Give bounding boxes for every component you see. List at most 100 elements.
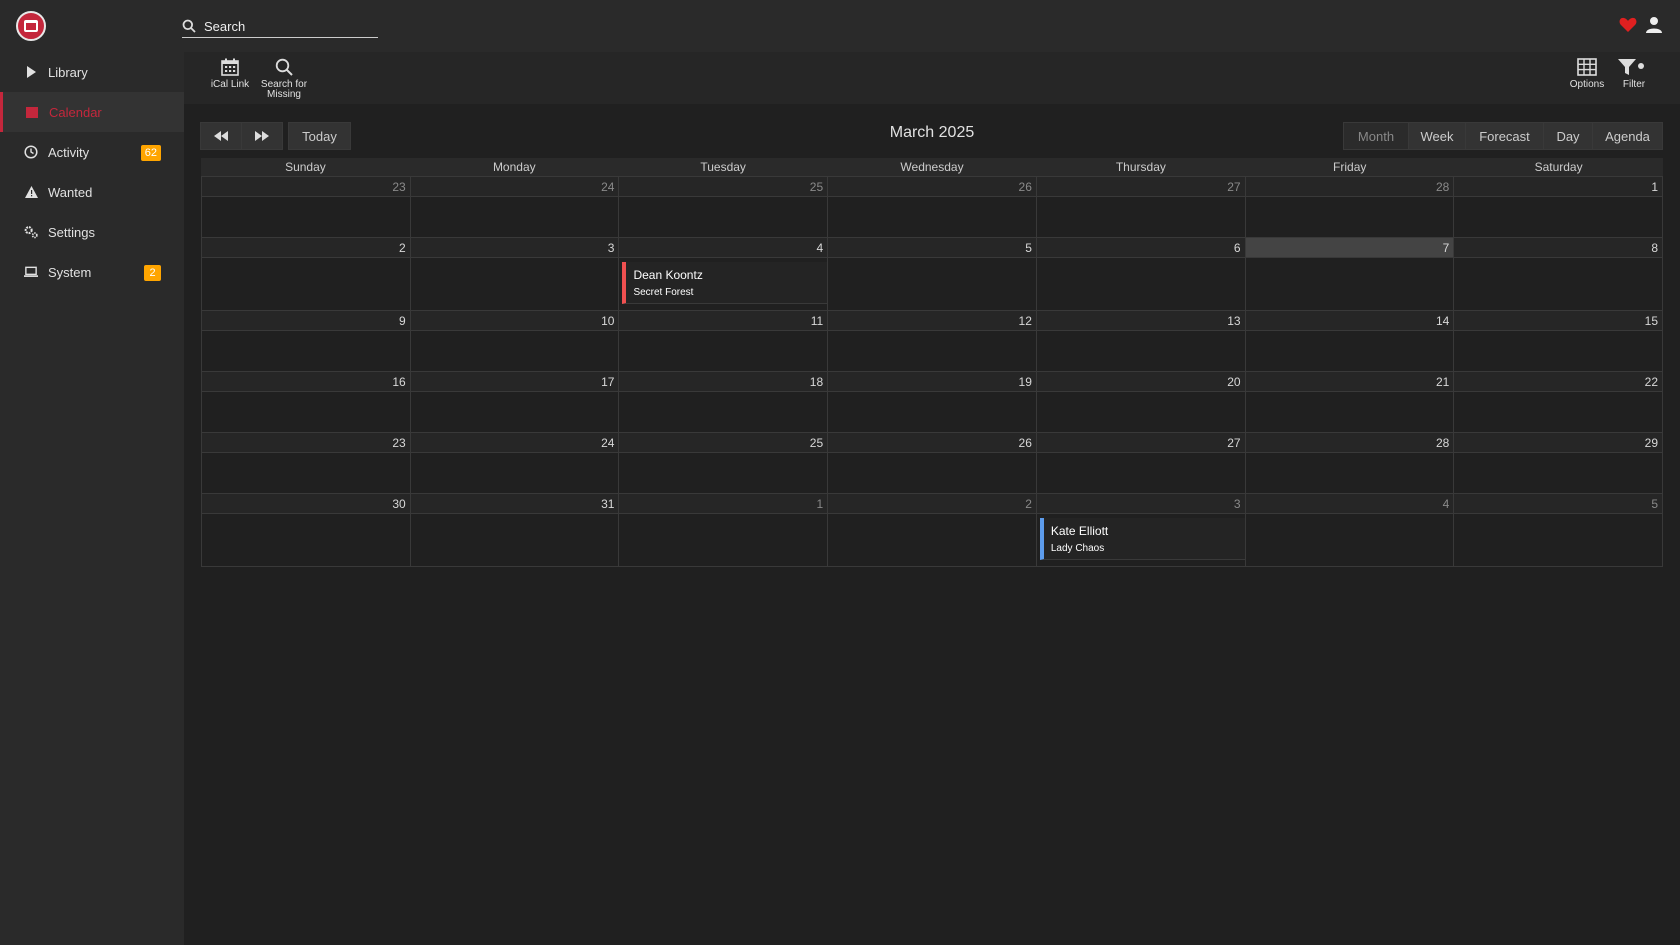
calendar-week-row: 2 3 4 Dean Koontz Secret Forest 5 6 7 8 bbox=[201, 237, 1664, 310]
search-icon bbox=[275, 58, 293, 76]
day-number: 27 bbox=[1036, 433, 1245, 453]
day-number: 10 bbox=[410, 311, 619, 331]
calendar-day[interactable]: 29 bbox=[1454, 433, 1664, 493]
calendar-day[interactable]: 3 bbox=[410, 238, 620, 310]
sidebar-item-settings[interactable]: Settings bbox=[0, 212, 184, 252]
calendar-day[interactable]: 8 bbox=[1454, 238, 1664, 310]
calendar-day[interactable]: 4 Dean Koontz Secret Forest bbox=[619, 238, 829, 310]
sidebar-item-calendar[interactable]: Calendar bbox=[0, 92, 184, 132]
calendar-day[interactable]: 27 bbox=[1036, 177, 1246, 237]
filter-label: Filter bbox=[1622, 79, 1646, 90]
backward-icon bbox=[214, 131, 228, 141]
calendar-day[interactable]: 23 bbox=[201, 433, 411, 493]
calendar-day[interactable]: 12 bbox=[828, 311, 1037, 371]
search-missing-label-line2: Missing bbox=[267, 89, 301, 100]
calendar-day[interactable]: 31 bbox=[410, 494, 620, 566]
sidebar-item-label: Activity bbox=[48, 144, 90, 160]
calendar-day[interactable]: 1 bbox=[619, 494, 829, 566]
calendar-day[interactable]: 28 bbox=[1245, 177, 1455, 237]
event-author: Dean Koontz bbox=[633, 268, 703, 282]
weekday-header: Monday bbox=[492, 160, 536, 174]
search-for-missing-button[interactable]: Search for Missing bbox=[256, 58, 312, 100]
view-month-button[interactable]: Month bbox=[1343, 122, 1409, 150]
calendar-day-today[interactable]: 7 bbox=[1245, 238, 1455, 310]
search-icon bbox=[182, 19, 196, 33]
options-label: Options bbox=[1569, 79, 1605, 90]
calendar-day[interactable]: 18 bbox=[619, 372, 829, 432]
calendar-day[interactable]: 5 bbox=[1454, 494, 1664, 566]
calendar-day[interactable]: 25 bbox=[619, 433, 829, 493]
ical-link-label: iCal Link bbox=[210, 79, 250, 90]
calendar-day[interactable]: 24 bbox=[410, 433, 620, 493]
day-number: 24 bbox=[410, 177, 619, 197]
day-number: 19 bbox=[828, 372, 1036, 392]
day-number: 2 bbox=[828, 494, 1036, 514]
calendar-day[interactable]: 28 bbox=[1245, 433, 1455, 493]
day-number: 26 bbox=[828, 433, 1036, 453]
table-icon bbox=[1577, 58, 1597, 76]
calendar-event[interactable]: Dean Koontz Secret Forest bbox=[622, 262, 828, 304]
sidebar-item-wanted[interactable]: Wanted bbox=[0, 172, 184, 212]
calendar-day[interactable]: 24 bbox=[410, 177, 620, 237]
calendar-day[interactable]: 11 bbox=[619, 311, 829, 371]
calendar-day[interactable]: 6 bbox=[1036, 238, 1246, 310]
next-month-button[interactable] bbox=[241, 122, 283, 150]
calendar-day[interactable]: 19 bbox=[828, 372, 1037, 432]
weekday-header: Friday bbox=[1333, 160, 1367, 174]
calendar-day[interactable]: 4 bbox=[1245, 494, 1455, 566]
calendar-day[interactable]: 13 bbox=[1036, 311, 1246, 371]
calendar-day[interactable]: 30 bbox=[201, 494, 411, 566]
calendar-day[interactable]: 26 bbox=[828, 433, 1037, 493]
warning-icon bbox=[24, 185, 38, 199]
calendar-icon bbox=[221, 58, 239, 76]
calendar-day[interactable]: 17 bbox=[410, 372, 620, 432]
calendar-day[interactable]: 14 bbox=[1245, 311, 1455, 371]
calendar-day[interactable]: 26 bbox=[828, 177, 1037, 237]
day-number: 13 bbox=[1036, 311, 1245, 331]
filter-button[interactable]: Filter bbox=[1614, 58, 1654, 90]
user-icon[interactable] bbox=[1645, 16, 1663, 34]
calendar-day[interactable]: 2 bbox=[201, 238, 411, 310]
forward-icon bbox=[255, 131, 269, 141]
heart-icon[interactable] bbox=[1619, 17, 1637, 33]
sidebar-item-library[interactable]: Library bbox=[0, 52, 184, 92]
day-number: 12 bbox=[828, 311, 1036, 331]
view-day-button[interactable]: Day bbox=[1543, 122, 1593, 150]
day-number: 28 bbox=[1245, 433, 1454, 453]
day-number: 21 bbox=[1245, 372, 1454, 392]
calendar-day[interactable]: 3 Kate Elliott Lady Chaos bbox=[1036, 494, 1246, 566]
calendar-day[interactable]: 9 bbox=[201, 311, 411, 371]
view-week-button[interactable]: Week bbox=[1408, 122, 1466, 150]
calendar-day[interactable]: 22 bbox=[1454, 372, 1664, 432]
options-button[interactable]: Options bbox=[1565, 58, 1609, 90]
calendar-day[interactable]: 5 bbox=[828, 238, 1037, 310]
sidebar-item-system[interactable]: System 2 bbox=[0, 252, 184, 292]
calendar-week-row: 23 24 25 26 27 28 1 bbox=[201, 176, 1664, 237]
calendar-day[interactable]: 10 bbox=[410, 311, 620, 371]
play-icon bbox=[24, 65, 38, 79]
calendar-day[interactable]: 27 bbox=[1036, 433, 1246, 493]
today-button[interactable]: Today bbox=[288, 122, 351, 150]
calendar-day[interactable]: 23 bbox=[201, 177, 411, 237]
calendar-day[interactable]: 21 bbox=[1245, 372, 1455, 432]
view-forecast-button[interactable]: Forecast bbox=[1465, 122, 1544, 150]
view-agenda-button[interactable]: Agenda bbox=[1592, 122, 1663, 150]
previous-month-button[interactable] bbox=[200, 122, 242, 150]
search-input[interactable] bbox=[204, 16, 374, 36]
calendar-day[interactable]: 2 bbox=[828, 494, 1037, 566]
logo-icon[interactable] bbox=[16, 11, 46, 41]
clock-icon bbox=[24, 145, 38, 159]
weekday-header: Saturday bbox=[1534, 160, 1583, 174]
calendar-day[interactable]: 1 bbox=[1454, 177, 1664, 237]
calendar-event[interactable]: Kate Elliott Lady Chaos bbox=[1039, 518, 1245, 560]
system-count-badge: 2 bbox=[144, 265, 161, 281]
day-number: 17 bbox=[410, 372, 619, 392]
calendar-day[interactable]: 15 bbox=[1454, 311, 1664, 371]
calendar-day[interactable]: 25 bbox=[619, 177, 829, 237]
calendar-icon bbox=[25, 105, 39, 119]
ical-link-button[interactable]: iCal Link bbox=[208, 58, 252, 90]
calendar-day[interactable]: 20 bbox=[1036, 372, 1246, 432]
day-number: 18 bbox=[619, 372, 828, 392]
sidebar-item-activity[interactable]: Activity 62 bbox=[0, 132, 184, 172]
calendar-day[interactable]: 16 bbox=[201, 372, 411, 432]
